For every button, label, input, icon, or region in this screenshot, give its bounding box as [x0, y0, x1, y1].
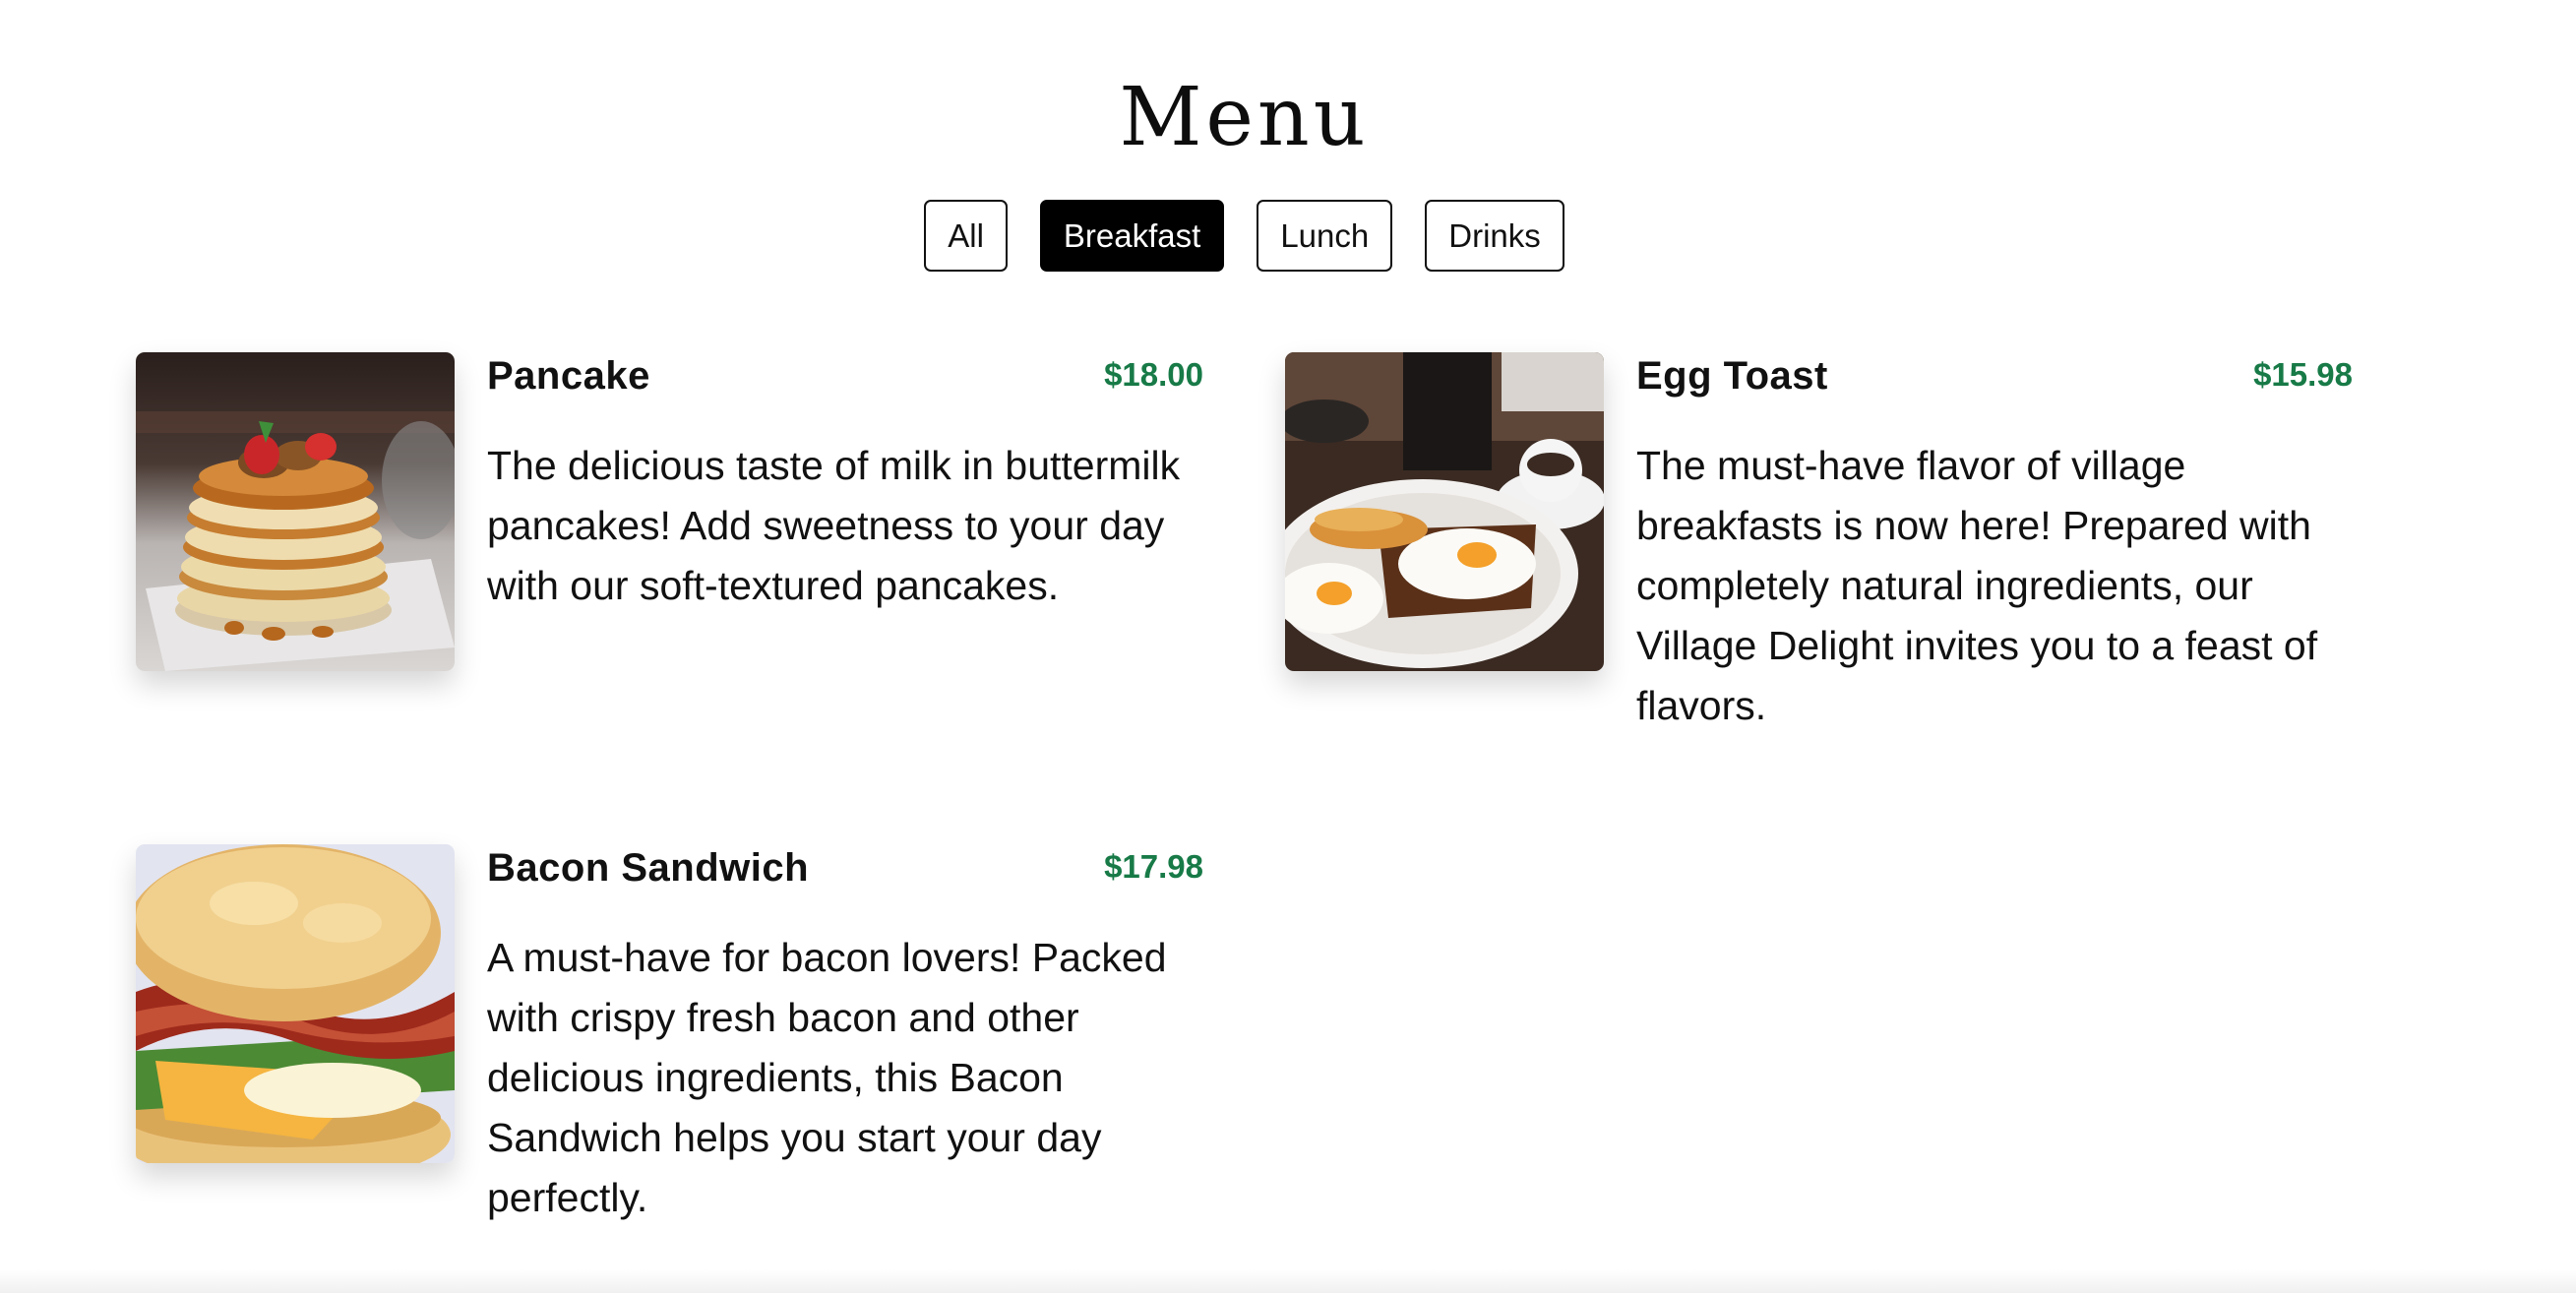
pancake-header: Pancake $18.00 — [487, 352, 1203, 401]
item-name: Bacon Sandwich — [487, 846, 810, 890]
bacon-sandwich-header: Bacon Sandwich $17.98 — [487, 844, 1203, 893]
item-name: Egg Toast — [1636, 354, 1828, 398]
category-filter-bar: All Breakfast Lunch Drinks — [0, 200, 2488, 272]
bottom-divider — [0, 1269, 2576, 1293]
page-title: Menu — [1119, 71, 1370, 164]
item-description: A must-have for bacon lovers! Packed wit… — [487, 935, 1167, 1220]
filter-all-button[interactable]: All — [924, 200, 1008, 272]
filter-lunch-button[interactable]: Lunch — [1257, 200, 1393, 272]
bacon-sandwich-image — [136, 844, 455, 1163]
item-name: Pancake — [487, 354, 650, 398]
egg-toast-image — [1285, 352, 1604, 671]
menu-page: Menu All Breakfast Lunch Drinks Pancake … — [0, 0, 2576, 1293]
item-price: $15.98 — [2253, 356, 2353, 393]
egg-toast-header: Egg Toast $15.98 — [1636, 352, 2353, 401]
item-description: The delicious taste of milk in buttermil… — [487, 443, 1181, 608]
item-price: $17.98 — [1104, 848, 1203, 885]
item-price: $18.00 — [1104, 356, 1203, 393]
pancake-image — [136, 352, 455, 671]
filter-drinks-button[interactable]: Drinks — [1425, 200, 1564, 272]
filter-breakfast-button[interactable]: Breakfast — [1039, 200, 1225, 272]
item-description: The must-have flavor of village breakfas… — [1636, 443, 2318, 728]
